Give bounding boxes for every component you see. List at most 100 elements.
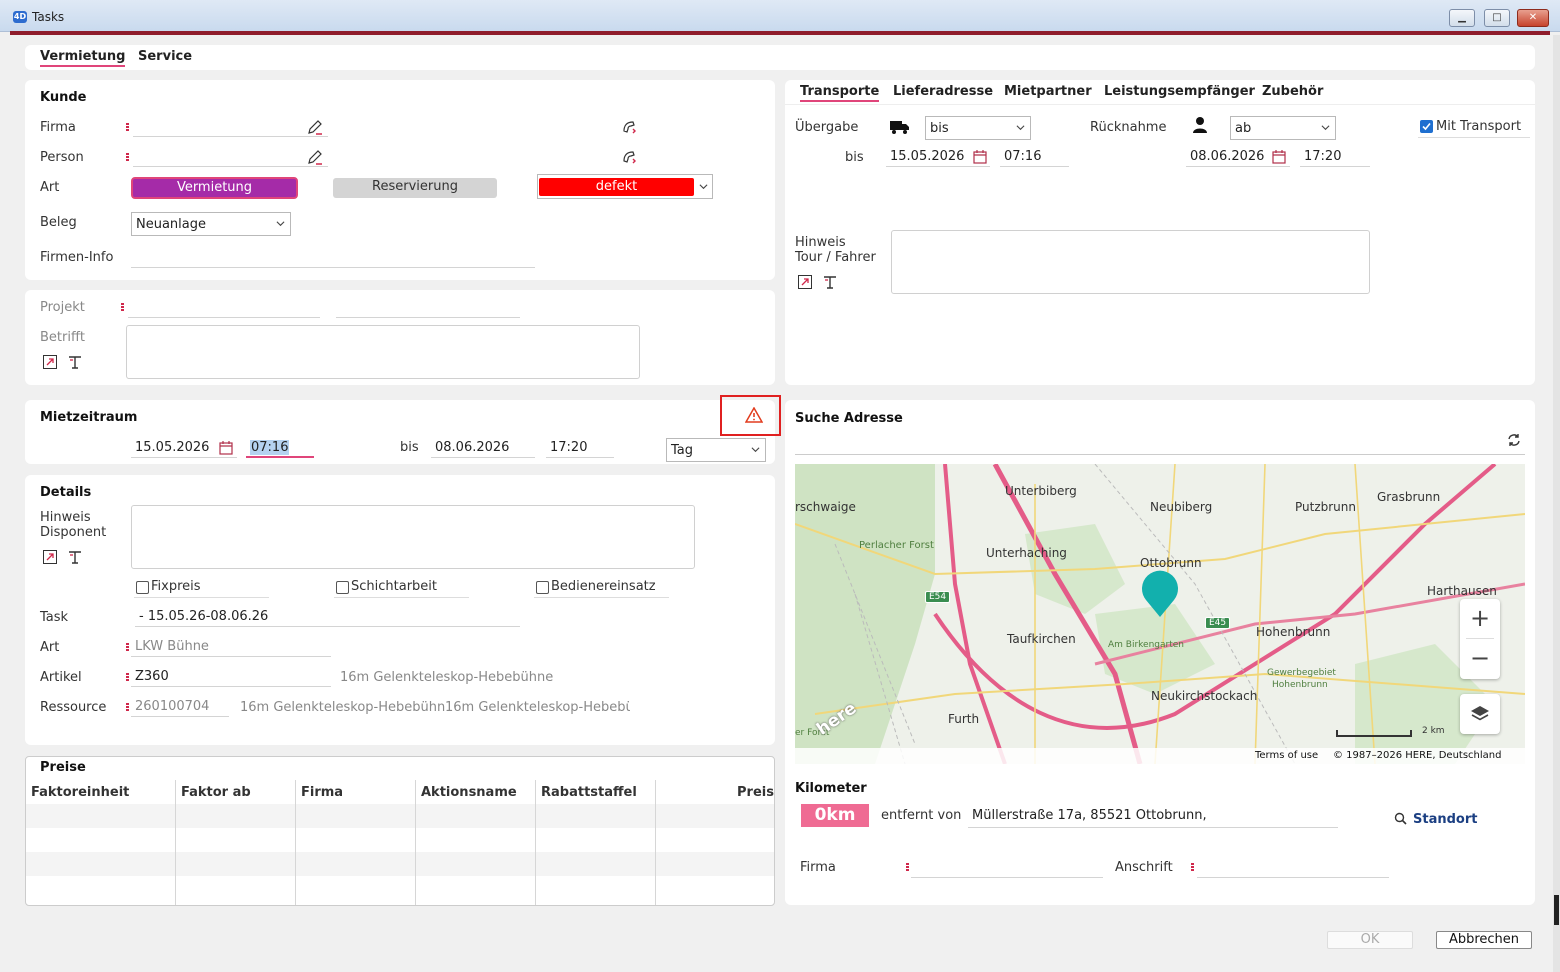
miet-to-date[interactable]: 08.06.2026 (431, 438, 535, 458)
miet-unit-value: Tag (671, 443, 694, 458)
column-header-faktor-ab[interactable]: Faktor ab (181, 785, 251, 800)
text-format-icon[interactable] (822, 274, 838, 290)
standort-button[interactable]: Standort (1413, 812, 1477, 827)
art-reservierung-button[interactable]: Reservierung (333, 178, 497, 198)
betrifft-textarea[interactable] (126, 325, 640, 379)
abbrechen-button[interactable]: Abbrechen (1436, 931, 1532, 949)
chevron-down-icon (751, 447, 760, 453)
schichtarbeit-checkbox[interactable] (336, 581, 349, 594)
projekt-label: Projekt (40, 300, 85, 315)
tab-vermietung[interactable]: Vermietung (40, 49, 126, 67)
tab-zubehoer[interactable]: Zubehör (1262, 84, 1323, 99)
calendar-icon[interactable] (1271, 149, 1287, 165)
expand-icon[interactable] (797, 274, 813, 290)
column-header-aktionsname[interactable]: Aktionsname (421, 785, 517, 800)
table-row[interactable] (26, 828, 774, 852)
calendar-icon[interactable] (972, 149, 988, 165)
expand-icon[interactable] (42, 354, 58, 370)
art-detail-field[interactable]: LKW Bühne (131, 637, 331, 657)
ressource-field[interactable]: 260100704 (131, 697, 229, 717)
art-vermietung-button[interactable]: Vermietung (131, 177, 298, 199)
mit-transport-checkbox[interactable] (1420, 120, 1433, 133)
projekt-name-field[interactable] (336, 298, 520, 318)
column-header-faktoreinheit[interactable]: Faktoreinheit (31, 785, 129, 800)
phone-icon[interactable] (621, 149, 637, 165)
layers-button[interactable] (1460, 694, 1500, 734)
ruecknahme-time[interactable]: 17:20 (1300, 147, 1370, 167)
defekt-select[interactable]: defekt (537, 174, 713, 199)
column-header-rabattstaffel[interactable]: Rabattstaffel (541, 785, 637, 800)
required-marker (1191, 863, 1194, 872)
terms-link[interactable]: Terms of use (1255, 750, 1318, 761)
map-pin-icon[interactable] (1141, 570, 1179, 618)
entfernt-address-field[interactable]: Müllerstraße 17a, 85521 Ottobrunn, (968, 806, 1338, 828)
tab-lieferadresse[interactable]: Lieferadresse (893, 84, 993, 99)
table-row[interactable] (26, 804, 774, 828)
edit-icon[interactable] (307, 149, 323, 165)
column-header-firma[interactable]: Firma (301, 785, 343, 800)
map-view[interactable]: Unterbiberg Neubiberg Putzbrunn Grasbrun… (795, 464, 1525, 764)
expand-icon[interactable] (42, 549, 58, 565)
text-format-icon[interactable] (67, 549, 83, 565)
beleg-select[interactable]: Neuanlage (131, 212, 291, 236)
column-header-preis[interactable]: Preis (737, 785, 774, 800)
fixpreis-checkbox[interactable] (136, 581, 149, 594)
column-divider (655, 780, 656, 905)
ressource-description-2: 16m Gelenkteleskop-Hebebühı (445, 700, 630, 715)
hinweis-label: Hinweis (40, 510, 91, 525)
hinweis-tour-label: Hinweis (795, 235, 846, 250)
refresh-icon[interactable] (1507, 433, 1521, 447)
firmeninfo-field[interactable] (131, 248, 535, 268)
anschrift-field[interactable] (1197, 858, 1389, 878)
column-divider (175, 780, 176, 905)
ruecknahme-select[interactable]: ab (1230, 116, 1336, 140)
km-firma-field[interactable] (911, 858, 1103, 878)
km-firma-label: Firma (800, 860, 836, 875)
close-button[interactable]: ✕ (1517, 9, 1549, 27)
beleg-label: Beleg (40, 215, 77, 230)
calendar-icon[interactable] (218, 440, 234, 456)
warning-icon[interactable] (745, 407, 763, 423)
betrifft-label: Betrifft (40, 330, 86, 345)
hinweis-disponent-textarea[interactable] (131, 505, 695, 569)
tab-transporte[interactable]: Transporte (800, 84, 880, 102)
projekt-field[interactable] (128, 298, 320, 318)
text-format-icon[interactable] (67, 354, 83, 370)
miet-from-time[interactable]: 07:16 (246, 438, 314, 458)
zoom-out-button[interactable]: − (1460, 639, 1500, 679)
task-field[interactable]: - 15.05.26-08.06.26 (135, 607, 520, 627)
kilometer-value: 0km (801, 804, 869, 827)
mietzeitraum-header: Mietzeitraum (40, 410, 138, 425)
maximize-button[interactable]: □ (1484, 9, 1510, 27)
zoom-in-button[interactable]: + (1460, 599, 1500, 639)
artikel-field[interactable]: Z360 (131, 667, 331, 687)
tab-leistungsempfaenger[interactable]: Leistungsempfänger (1104, 84, 1255, 99)
map-label: Putzbrunn (1295, 500, 1357, 514)
hinweis-tour-textarea[interactable] (891, 230, 1370, 294)
minimize-button[interactable]: ▁ (1449, 9, 1475, 27)
phone-icon[interactable] (621, 119, 637, 135)
firma-field[interactable] (133, 117, 328, 137)
person-field[interactable] (133, 147, 328, 167)
edit-icon[interactable] (307, 119, 323, 135)
scale-bar (1336, 730, 1412, 737)
miet-to-time[interactable]: 17:20 (546, 438, 614, 458)
tab-mietpartner[interactable]: Mietpartner (1004, 84, 1092, 99)
road-shield: E45 (1205, 617, 1231, 629)
miet-unit-select[interactable]: Tag (666, 438, 766, 462)
bedienereinsatz-checkbox[interactable] (536, 581, 549, 594)
required-marker (126, 123, 129, 132)
transport-bis-label: bis (845, 150, 864, 165)
map-copyright: © 1987–2026 HERE, Deutschland (1333, 750, 1502, 761)
tab-service[interactable]: Service (138, 49, 192, 64)
art-label: Art (40, 180, 60, 195)
uebergabe-time[interactable]: 07:16 (1000, 147, 1069, 167)
uebergabe-select[interactable]: bis (925, 116, 1031, 140)
table-row[interactable] (26, 876, 774, 900)
ok-button[interactable]: OK (1327, 931, 1413, 949)
scrollbar-thumb[interactable] (1554, 895, 1559, 925)
required-marker (126, 673, 129, 682)
table-row[interactable] (26, 852, 774, 876)
required-marker (906, 863, 909, 872)
address-search-field[interactable] (795, 454, 1525, 455)
